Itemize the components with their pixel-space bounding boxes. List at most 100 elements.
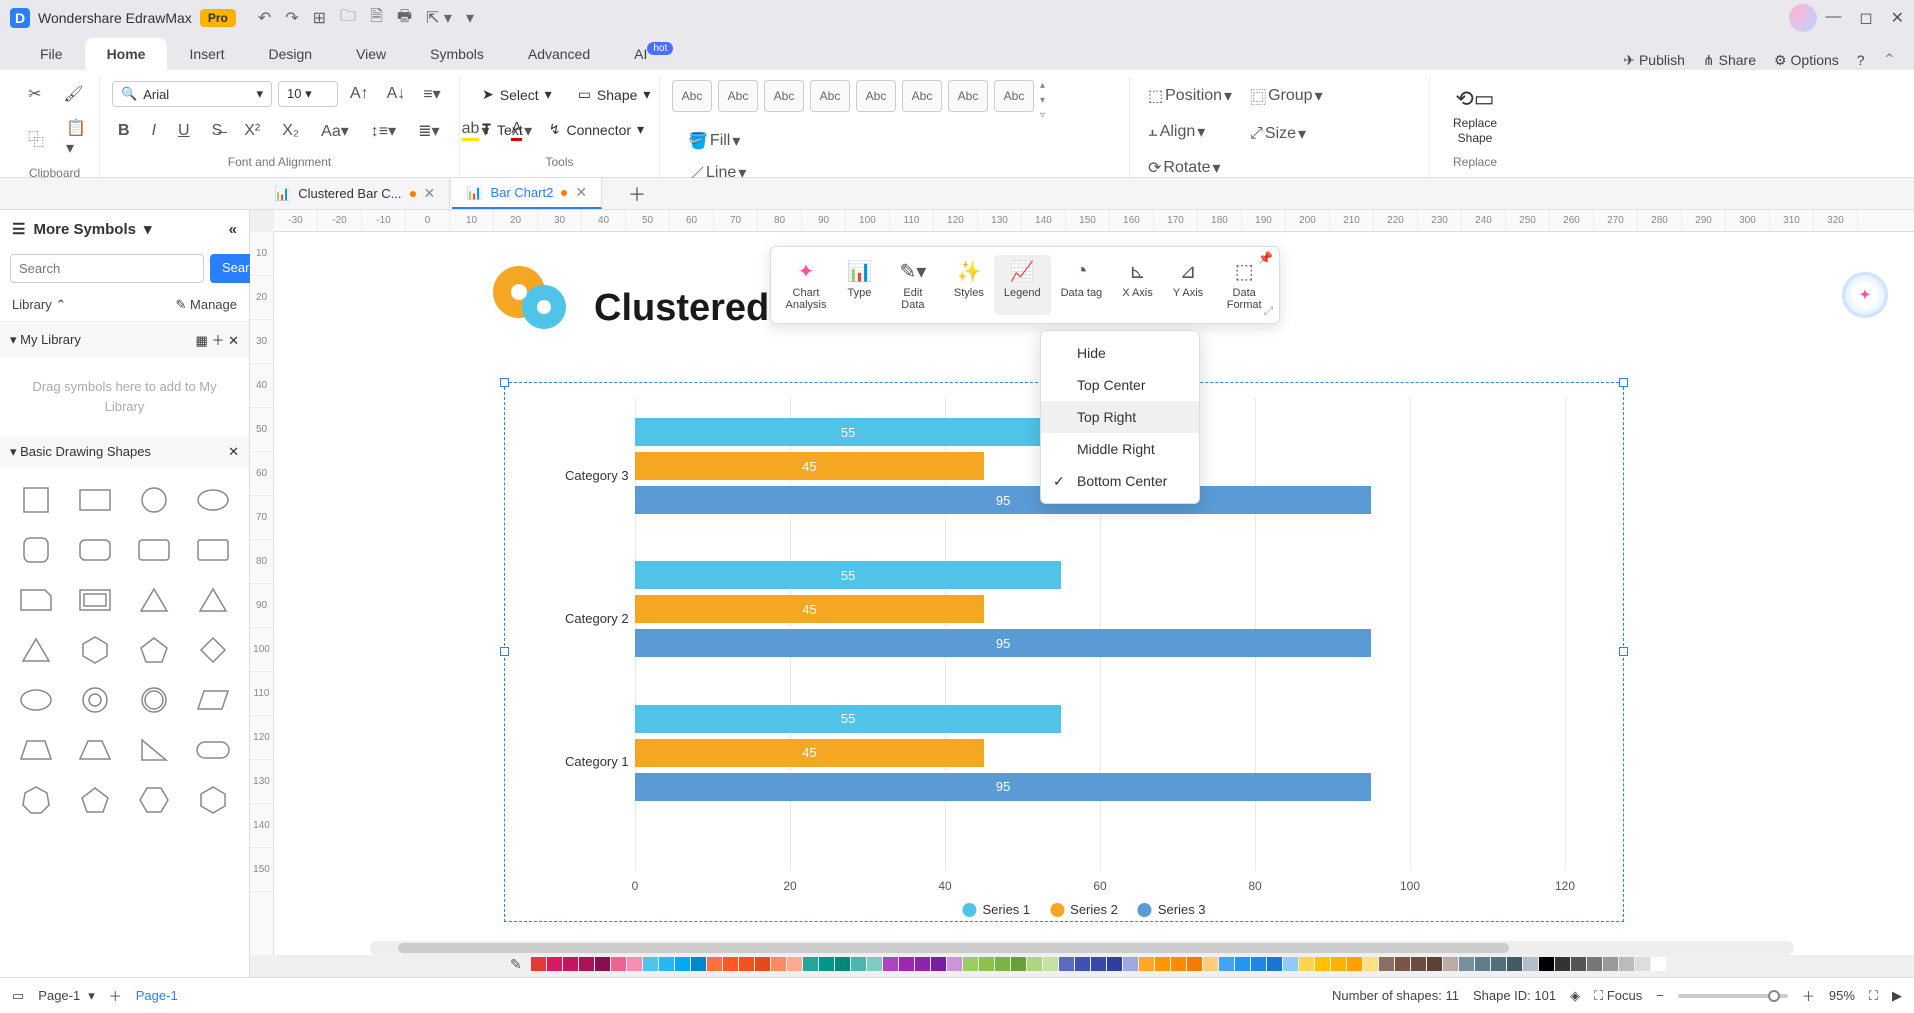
color-swatch[interactable] <box>963 957 978 971</box>
subscript-icon[interactable]: X₂ <box>276 116 305 145</box>
doctab-1[interactable]: 📊 Clustered Bar C...✕ <box>260 179 450 208</box>
tab-symbols[interactable]: Symbols <box>408 38 506 70</box>
shape-oval[interactable] <box>12 680 61 720</box>
color-swatch[interactable] <box>1155 957 1170 971</box>
panel-toggle-icon[interactable]: ▶ <box>1892 988 1902 1004</box>
user-avatar[interactable] <box>1789 4 1817 32</box>
bar-series-1[interactable]: 55 <box>635 418 1061 446</box>
page-link[interactable]: Page-1 <box>136 988 178 1003</box>
tab-file[interactable]: File <box>18 38 85 70</box>
grow-font-icon[interactable]: A↑ <box>344 81 375 107</box>
chart-analysis-button[interactable]: ✦Chart Analysis <box>775 255 837 315</box>
color-swatch[interactable] <box>883 957 898 971</box>
styles-up-icon[interactable]: ▴ <box>1040 80 1045 91</box>
color-swatch[interactable] <box>1507 957 1522 971</box>
manage-link[interactable]: ✎ Manage <box>176 297 238 313</box>
format-painter-icon[interactable]: 🖌 <box>57 80 89 108</box>
color-swatch[interactable] <box>627 957 642 971</box>
color-swatch[interactable] <box>787 957 802 971</box>
tab-insert[interactable]: Insert <box>167 38 246 70</box>
mylib-add-icon[interactable]: ＋ <box>211 333 224 348</box>
color-swatch[interactable] <box>1651 957 1666 971</box>
shape-rounded-rect[interactable] <box>71 530 120 570</box>
fullscreen-icon[interactable]: ⛶ <box>1869 988 1878 1004</box>
color-swatch[interactable] <box>1603 957 1618 971</box>
panel-collapse-icon[interactable]: « <box>229 221 237 238</box>
color-swatch[interactable] <box>851 957 866 971</box>
color-swatch[interactable] <box>595 957 610 971</box>
color-swatch[interactable] <box>1299 957 1314 971</box>
symbol-search-input[interactable] <box>10 254 204 283</box>
tab-home[interactable]: Home <box>85 38 168 70</box>
shape-parallelogram[interactable] <box>188 680 237 720</box>
color-swatch[interactable] <box>1043 957 1058 971</box>
style-swatch[interactable]: Abc <box>718 80 758 112</box>
mylib-close-icon[interactable]: ✕ <box>228 333 239 348</box>
eyedropper-icon[interactable]: ✎ <box>510 956 530 973</box>
cut-icon[interactable]: ✂ <box>22 80 47 108</box>
doctab-close-icon[interactable]: ✕ <box>575 184 587 201</box>
font-size-select[interactable]: 10 ▾ <box>278 81 338 107</box>
case-icon[interactable]: Aa▾ <box>315 116 355 145</box>
export-icon[interactable]: ⇱ ▾ <box>426 8 452 28</box>
color-swatch[interactable] <box>1427 957 1442 971</box>
basic-shapes-close-icon[interactable]: ✕ <box>228 444 239 460</box>
tab-view[interactable]: View <box>334 38 408 70</box>
panel-dropdown-icon[interactable]: ▾ <box>144 220 152 238</box>
color-swatch[interactable] <box>1475 957 1490 971</box>
color-swatch[interactable] <box>979 957 994 971</box>
bar-series-3[interactable]: 95 <box>635 486 1371 514</box>
bar-series-2[interactable]: 45 <box>635 739 984 767</box>
color-swatch[interactable] <box>1251 957 1266 971</box>
bullets-icon[interactable]: ≣▾ <box>412 116 445 145</box>
zoom-in-icon[interactable]: ＋ <box>1802 986 1815 1005</box>
shape-tool[interactable]: ▭ Shape ▾ <box>568 80 661 109</box>
bar-series-3[interactable]: 95 <box>635 773 1371 801</box>
color-swatch[interactable] <box>835 957 850 971</box>
shape-hexagon[interactable] <box>71 630 120 670</box>
color-swatch[interactable] <box>771 957 786 971</box>
mylib-header[interactable]: ▾ My Library <box>10 332 81 348</box>
shrink-font-icon[interactable]: A↓ <box>381 81 412 107</box>
color-swatch[interactable] <box>1491 957 1506 971</box>
y-axis-button[interactable]: ⊿Y Axis <box>1163 255 1213 315</box>
color-swatch[interactable] <box>1267 957 1282 971</box>
publish-button[interactable]: ✈ Publish <box>1623 52 1685 69</box>
connector-tool[interactable]: ↯ Connector ▾ <box>539 115 654 144</box>
sel-handle-w[interactable] <box>500 647 509 656</box>
color-swatch[interactable] <box>1523 957 1538 971</box>
tab-ai[interactable]: AIhot <box>612 38 695 70</box>
shape-rounded-rect3[interactable] <box>188 530 237 570</box>
copy-icon[interactable]: ⿻ <box>22 114 50 162</box>
color-swatch[interactable] <box>563 957 578 971</box>
styles-down-icon[interactable]: ▾ <box>1040 95 1045 106</box>
view-mode-icon[interactable]: ▭ <box>12 988 24 1004</box>
qat-more-icon[interactable]: ▾ <box>466 8 474 28</box>
color-swatch[interactable] <box>867 957 882 971</box>
chart-styles-button[interactable]: ✨Styles <box>944 255 994 315</box>
style-swatch[interactable]: Abc <box>764 80 804 112</box>
replace-shape-icon[interactable]: ⟲▭ <box>1455 86 1494 112</box>
color-swatch[interactable] <box>947 957 962 971</box>
color-swatch[interactable] <box>547 957 562 971</box>
shape-ring[interactable] <box>130 680 179 720</box>
color-swatch[interactable] <box>1283 957 1298 971</box>
legend-item[interactable]: Series 1 <box>962 902 1030 917</box>
shape-square[interactable] <box>12 480 61 520</box>
strike-icon[interactable]: S̶ <box>206 116 229 145</box>
color-swatch[interactable] <box>1635 957 1650 971</box>
help-icon[interactable]: ? <box>1857 52 1865 68</box>
color-swatch[interactable] <box>915 957 930 971</box>
style-swatch[interactable]: Abc <box>856 80 896 112</box>
color-swatch[interactable] <box>803 957 818 971</box>
doctab-2[interactable]: 📊 Bar Chart2✕ <box>452 178 602 209</box>
shape-pentagon2[interactable] <box>71 780 120 820</box>
shape-snip[interactable] <box>12 580 61 620</box>
shape-rounded-sq[interactable] <box>12 530 61 570</box>
shape-ellipse[interactable] <box>188 480 237 520</box>
fill-button[interactable]: 🪣 Fill ▾ <box>682 127 779 155</box>
select-tool[interactable]: ➤ Select ▾ <box>472 80 562 109</box>
sel-handle-ne[interactable] <box>1619 378 1628 387</box>
color-swatch[interactable] <box>1107 957 1122 971</box>
color-swatch[interactable] <box>1139 957 1154 971</box>
